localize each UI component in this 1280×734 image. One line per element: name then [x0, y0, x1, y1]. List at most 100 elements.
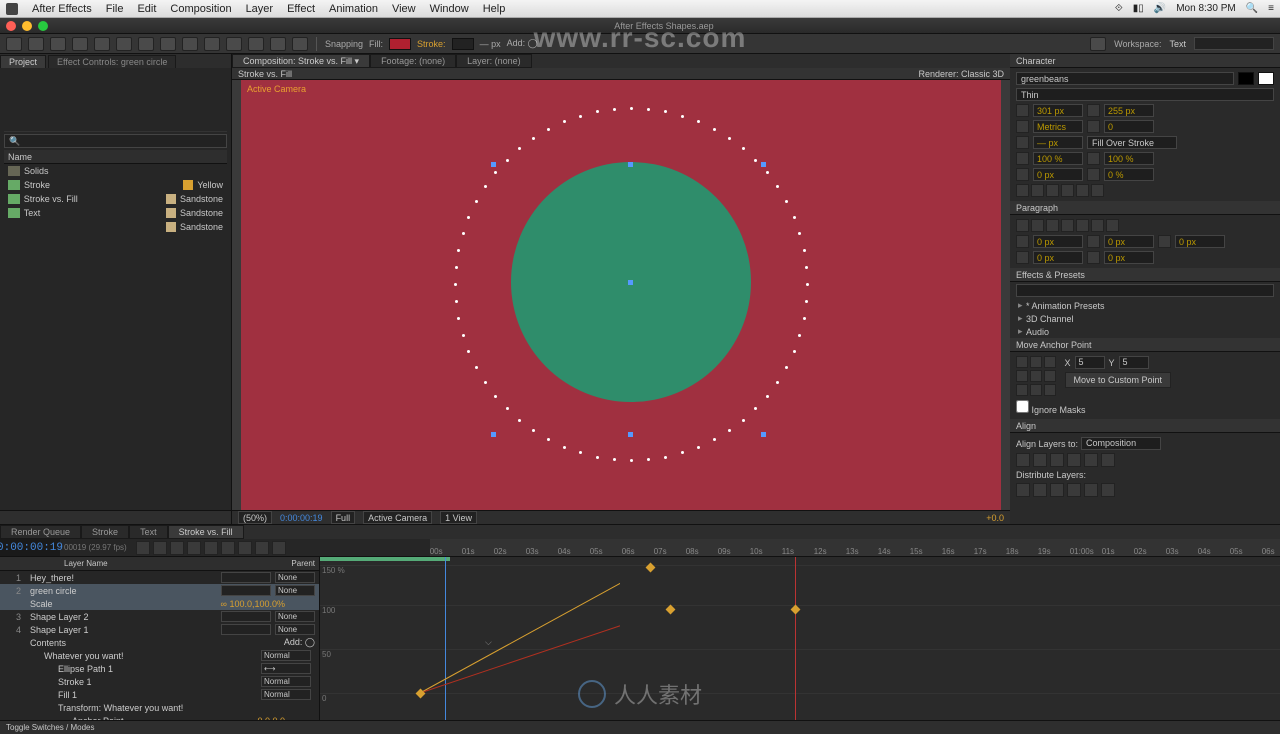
tsume-input[interactable]: 0 % [1104, 168, 1154, 181]
tl-brainstorm-icon[interactable] [255, 541, 269, 555]
tab-composition[interactable]: Composition: Stroke vs. Fill ▾ [232, 54, 370, 68]
camera-tool-icon[interactable] [94, 37, 110, 51]
font-family-select[interactable]: greenbeans [1016, 72, 1234, 85]
comp-name[interactable]: Stroke vs. Fill [238, 69, 292, 79]
move-custom-button[interactable]: Move to Custom Point [1065, 372, 1172, 388]
justify-center-icon[interactable] [1076, 219, 1089, 232]
handle-icon[interactable] [491, 432, 496, 437]
shape-tool-icon[interactable] [138, 37, 154, 51]
time-ruler[interactable]: 00s01s02s03s04s05s06s07s08s09s10s11s12s1… [430, 539, 1280, 556]
layer-row[interactable]: Scale∞ 100.0,100.0% [0, 597, 319, 610]
workspace-icon[interactable] [1090, 37, 1106, 51]
align-panel-header[interactable]: Align [1010, 419, 1280, 433]
tl-search-icon[interactable] [136, 541, 150, 555]
justify-all-icon[interactable] [1106, 219, 1119, 232]
layer-row[interactable]: Stroke 1Normal [0, 675, 319, 688]
bold-icon[interactable] [1016, 184, 1029, 197]
zoom-icon[interactable] [38, 21, 48, 31]
effects-presets-header[interactable]: Effects & Presets [1010, 268, 1280, 282]
project-search-input[interactable]: 🔍 [4, 134, 227, 148]
app-name[interactable]: After Effects [32, 3, 92, 15]
workspace-select[interactable]: Text [1169, 39, 1186, 49]
search-help-input[interactable] [1194, 37, 1274, 50]
space-after-input[interactable]: 0 px [1104, 251, 1154, 264]
tab-layer[interactable]: Layer: (none) [456, 54, 532, 68]
puppet-tool-icon[interactable] [292, 37, 308, 51]
project-item-solids[interactable]: Solids [4, 164, 227, 178]
font-size-input[interactable]: 301 px [1033, 104, 1083, 117]
justify-left-icon[interactable] [1061, 219, 1074, 232]
canvas[interactable]: Active Camera [241, 80, 1001, 510]
justify-right-icon[interactable] [1091, 219, 1104, 232]
label-swatch[interactable] [166, 222, 176, 232]
fx-category[interactable]: ▸Audio [1010, 325, 1280, 338]
clock[interactable]: Mon 8:30 PM [1176, 3, 1235, 14]
panbehind-tool-icon[interactable] [116, 37, 132, 51]
minimize-icon[interactable] [22, 21, 32, 31]
italic-icon[interactable] [1031, 184, 1044, 197]
tl-draft3d-icon[interactable] [170, 541, 184, 555]
dist-vcenter-icon[interactable] [1033, 483, 1047, 497]
handle-icon[interactable] [491, 162, 496, 167]
project-item-extra[interactable]: Sandstone [4, 220, 227, 234]
label-swatch[interactable] [166, 208, 176, 218]
tab-stroke[interactable]: Stroke [81, 525, 129, 539]
move-anchor-header[interactable]: Move Anchor Point [1010, 338, 1280, 352]
tl-shy-icon[interactable] [187, 541, 201, 555]
eraser-tool-icon[interactable] [248, 37, 264, 51]
col-name[interactable]: Name [8, 152, 158, 162]
zoom-select[interactable]: (50%) [238, 511, 272, 524]
fx-category[interactable]: ▸* Animation Presets [1010, 299, 1280, 312]
label-swatch[interactable] [166, 194, 176, 204]
hscale-input[interactable]: 100 % [1104, 152, 1154, 165]
zoom-tool-icon[interactable] [50, 37, 66, 51]
menu-file[interactable]: File [106, 3, 124, 15]
toggle-switches-button[interactable]: Toggle Switches / Modes [6, 723, 95, 732]
fillover-select[interactable]: Fill Over Stroke [1087, 136, 1177, 149]
effects-search-input[interactable] [1016, 284, 1274, 297]
kerning-select[interactable]: Metrics [1033, 120, 1083, 133]
anchor-grid[interactable] [1016, 356, 1056, 396]
align-vcenter-icon[interactable] [1084, 453, 1098, 467]
brush-tool-icon[interactable] [204, 37, 220, 51]
pen-tool-icon[interactable] [160, 37, 176, 51]
layer-row[interactable]: Transform: Whatever you want! [0, 701, 319, 714]
layer-row[interactable]: 2green circleNone [0, 584, 319, 597]
paragraph-panel-header[interactable]: Paragraph [1010, 201, 1280, 215]
layer-row[interactable]: Ellipse Path 1⟷ [0, 662, 319, 675]
menu-effect[interactable]: Effect [287, 3, 315, 15]
dist-hcenter-icon[interactable] [1084, 483, 1098, 497]
graph-editor[interactable]: 150 % 100 50 0 ⌵ [320, 557, 1280, 720]
tl-graph-icon[interactable] [238, 541, 252, 555]
composition-viewport[interactable]: Active Camera [232, 80, 1010, 510]
fill-swatch[interactable] [389, 38, 411, 50]
align-target-select[interactable]: Composition [1081, 437, 1161, 450]
apple-icon[interactable] [6, 3, 18, 15]
smallcaps-icon[interactable] [1061, 184, 1074, 197]
tab-project[interactable]: Project [0, 55, 46, 68]
tl-comp-mini-icon[interactable] [153, 541, 167, 555]
marker-indicator[interactable] [795, 557, 796, 720]
fill-color-swatch[interactable] [1258, 72, 1274, 85]
vscale-input[interactable]: 100 % [1033, 152, 1083, 165]
dist-top-icon[interactable] [1016, 483, 1030, 497]
anchor-icon[interactable] [628, 280, 633, 285]
exposure-value[interactable]: +0.0 [986, 513, 1004, 523]
tl-frameblend-icon[interactable] [204, 541, 218, 555]
timeline-timecode[interactable]: 0:00:00:19 [0, 539, 60, 556]
menu-layer[interactable]: Layer [246, 3, 274, 15]
ignore-masks-checkbox[interactable] [1016, 400, 1029, 413]
sub-icon[interactable] [1091, 184, 1104, 197]
resolution-select[interactable]: Full [331, 511, 356, 524]
indent-right-input[interactable]: 0 px [1104, 235, 1154, 248]
roto-tool-icon[interactable] [270, 37, 286, 51]
strokew-input[interactable]: — px [1033, 136, 1083, 149]
close-icon[interactable] [6, 21, 16, 31]
layer-row[interactable]: 3Shape Layer 2None [0, 610, 319, 623]
wifi-icon[interactable]: ⟐ [1115, 3, 1123, 14]
baseline-input[interactable]: 0 px [1033, 168, 1083, 181]
stroke-swatch[interactable] [452, 38, 474, 50]
allcaps-icon[interactable] [1046, 184, 1059, 197]
stroke-color-swatch[interactable] [1238, 72, 1254, 85]
align-left-icon[interactable] [1016, 219, 1029, 232]
